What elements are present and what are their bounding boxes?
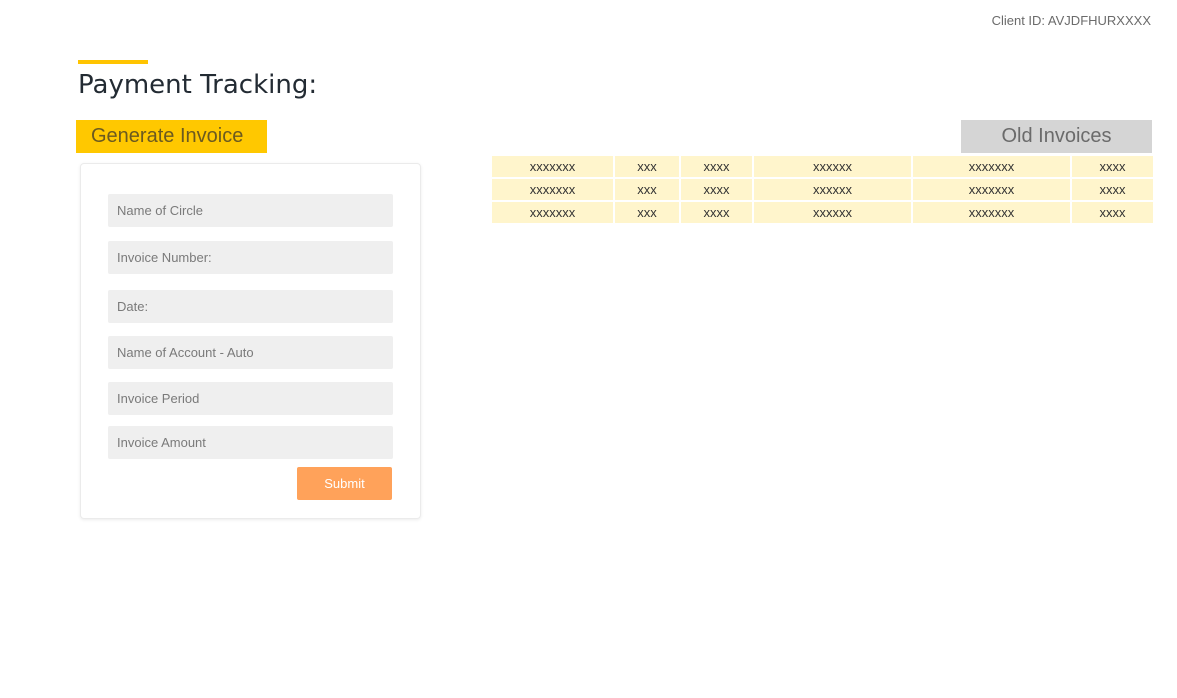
date-field[interactable] (108, 290, 393, 323)
old-invoices-table: xxxxxxx xxx xxxx xxxxxx xxxxxxx xxxx xxx… (490, 154, 1155, 225)
table-cell: xxxxxxx (913, 179, 1070, 200)
page-title: Payment Tracking: (78, 70, 318, 100)
table-cell: xxxx (681, 156, 752, 177)
table-cell: xxx (615, 179, 679, 200)
table-cell: xxxx (681, 202, 752, 223)
table-row[interactable]: xxxxxxx xxx xxxx xxxxxx xxxxxxx xxxx (492, 156, 1153, 177)
table-cell: xxxx (681, 179, 752, 200)
table-cell: xxxxxx (754, 179, 911, 200)
table-cell: xxxxxx (754, 202, 911, 223)
generate-invoice-form: Submit (80, 163, 421, 519)
name-of-account-field[interactable] (108, 336, 393, 369)
table-cell: xxxx (1072, 156, 1153, 177)
table-cell: xxxxxxx (492, 156, 613, 177)
table-cell: xxxxxx (754, 156, 911, 177)
invoice-period-field[interactable] (108, 382, 393, 415)
table-cell: xxxxxxx (492, 202, 613, 223)
table-cell: xxx (615, 202, 679, 223)
tab-old-invoices[interactable]: Old Invoices (961, 120, 1152, 153)
submit-button[interactable]: Submit (297, 467, 392, 500)
name-of-circle-field[interactable] (108, 194, 393, 227)
tab-generate-invoice[interactable]: Generate Invoice (76, 120, 267, 153)
title-accent-bar (78, 60, 148, 64)
table-cell: xxxxxxx (492, 179, 613, 200)
table-row[interactable]: xxxxxxx xxx xxxx xxxxxx xxxxxxx xxxx (492, 179, 1153, 200)
invoice-amount-field[interactable] (108, 426, 393, 459)
table-cell: xxxxxxx (913, 156, 1070, 177)
table-cell: xxx (615, 156, 679, 177)
client-id-label: Client ID: AVJDFHURXXXX (991, 13, 1151, 28)
table-cell: xxxx (1072, 202, 1153, 223)
table-row[interactable]: xxxxxxx xxx xxxx xxxxxx xxxxxxx xxxx (492, 202, 1153, 223)
page: Client ID: AVJDFHURXXXX Payment Tracking… (0, 0, 1177, 698)
table-cell: xxxxxxx (913, 202, 1070, 223)
table-cell: xxxx (1072, 179, 1153, 200)
invoice-number-field[interactable] (108, 241, 393, 274)
